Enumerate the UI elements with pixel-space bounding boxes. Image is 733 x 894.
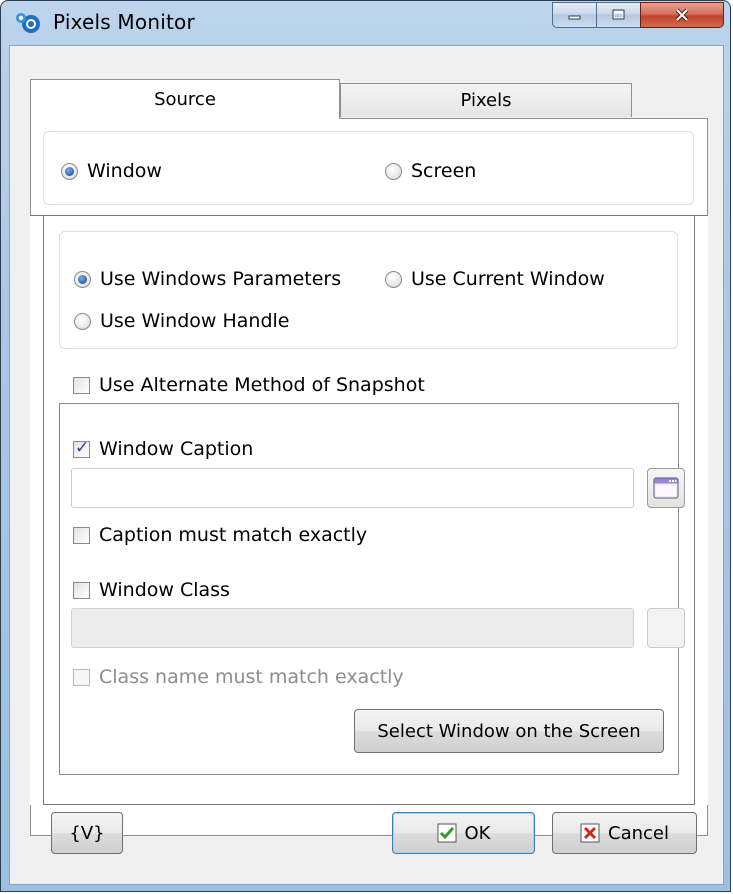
ok-button[interactable]: OK xyxy=(392,812,535,854)
window-title: Pixels Monitor xyxy=(53,10,195,34)
dialog-client-area: Source Pixels Window Screen Use Windows … xyxy=(9,45,724,885)
radio-screen[interactable]: Screen xyxy=(385,160,476,182)
checkbox-alternate-snapshot[interactable]: Use Alternate Method of Snapshot xyxy=(73,374,425,396)
source-mode-group: Window Screen xyxy=(43,131,694,205)
checkbox-class-exact-box xyxy=(73,668,90,686)
maximize-icon xyxy=(612,9,624,20)
checkbox-window-class-box xyxy=(73,581,90,599)
pixels-monitor-app-icon xyxy=(16,13,40,33)
checkbox-class-exact-label: Class name must match exactly xyxy=(99,666,404,688)
checkbox-window-class-label: Window Class xyxy=(99,579,230,601)
radio-use-window-handle[interactable]: Use Window Handle xyxy=(74,310,290,332)
variables-button-label: {V} xyxy=(69,822,105,844)
ok-button-label: OK xyxy=(464,822,491,844)
caption-picker-button[interactable] xyxy=(647,468,685,508)
checkbox-window-class[interactable]: Window Class xyxy=(73,579,230,601)
checkbox-window-caption[interactable]: Window Caption xyxy=(73,438,253,460)
checkbox-class-exact[interactable]: Class name must match exactly xyxy=(73,666,404,688)
minimize-button[interactable] xyxy=(552,2,596,28)
cancel-x-icon xyxy=(580,823,600,843)
window-method-group: Use Windows Parameters Use Current Windo… xyxy=(59,231,678,349)
close-icon xyxy=(675,8,689,22)
window-caption-input[interactable] xyxy=(71,468,634,508)
radio-use-window-handle-label: Use Window Handle xyxy=(100,310,290,332)
radio-use-windows-parameters-label: Use Windows Parameters xyxy=(100,268,342,290)
checkbox-alternate-snapshot-label: Use Alternate Method of Snapshot xyxy=(99,374,425,396)
source-tab-panel: Window Screen Use Windows Parameters Use… xyxy=(30,118,708,836)
pixels-monitor-window: Pixels Monitor Source Pixels Window Scre… xyxy=(0,0,731,892)
radio-screen-label: Screen xyxy=(411,160,477,182)
caption-buttons xyxy=(552,2,724,28)
check-icon xyxy=(437,823,457,843)
window-class-input[interactable] xyxy=(71,608,634,648)
checkbox-window-caption-label: Window Caption xyxy=(99,438,254,460)
class-picker-button[interactable] xyxy=(647,608,685,648)
window-parameters-group: Window Caption Caption must match exactl… xyxy=(59,403,685,775)
radio-use-windows-parameters[interactable]: Use Windows Parameters xyxy=(74,268,341,290)
cancel-button[interactable]: Cancel xyxy=(552,812,697,854)
radio-use-current-window[interactable]: Use Current Window xyxy=(385,268,605,290)
checkbox-alternate-snapshot-box xyxy=(73,376,90,394)
window-picker-icon xyxy=(653,477,679,499)
title-bar[interactable]: Pixels Monitor xyxy=(1,1,730,45)
minimize-icon xyxy=(568,15,580,20)
maximize-button[interactable] xyxy=(596,2,640,28)
radio-window-label: Window xyxy=(87,160,162,182)
checkbox-caption-exact-label: Caption must match exactly xyxy=(99,524,368,546)
checkbox-caption-exact-box xyxy=(73,526,90,544)
variables-button[interactable]: {V} xyxy=(51,812,123,854)
radio-use-current-window-label: Use Current Window xyxy=(411,268,605,290)
select-window-on-screen-button[interactable]: Select Window on the Screen xyxy=(354,709,664,753)
radio-use-windows-parameters-indicator xyxy=(74,270,91,288)
radio-screen-indicator xyxy=(385,162,402,180)
tab-pixels[interactable]: Pixels xyxy=(340,83,632,117)
radio-use-current-window-indicator xyxy=(385,270,402,288)
radio-window-indicator xyxy=(61,162,78,180)
radio-use-window-handle-indicator xyxy=(74,312,91,330)
tab-source[interactable]: Source xyxy=(30,79,340,119)
radio-window[interactable]: Window xyxy=(61,160,162,182)
checkbox-window-caption-box xyxy=(73,438,90,458)
checkbox-caption-exact[interactable]: Caption must match exactly xyxy=(73,524,367,546)
close-button[interactable] xyxy=(640,2,724,28)
cancel-button-label: Cancel xyxy=(608,822,669,844)
